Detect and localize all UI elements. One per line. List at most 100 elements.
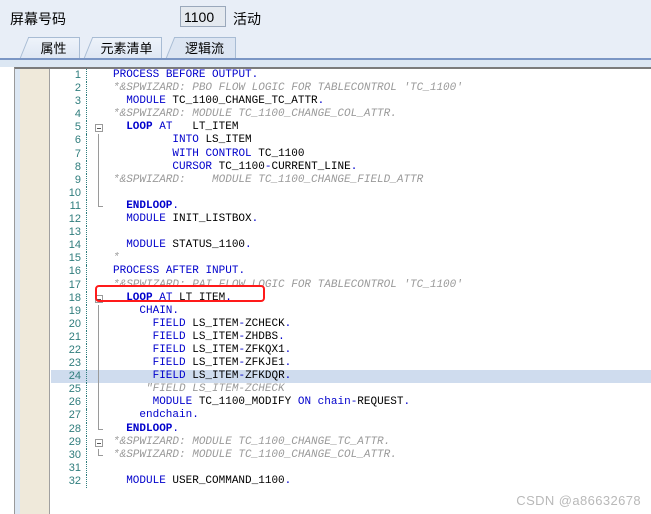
- line-number: 32: [68, 474, 81, 487]
- code-line[interactable]: 5 LOOP AT LT_ITEM: [51, 121, 651, 135]
- line-number: 31: [68, 461, 81, 474]
- header-bar: 屏幕号码 活动: [0, 0, 651, 36]
- code-line[interactable]: 28 ENDLOOP.: [51, 422, 651, 436]
- tab-properties[interactable]: 属性: [19, 37, 80, 60]
- code-line-text: MODULE TC_1100_MODIFY ON chain-REQUEST.: [152, 396, 411, 409]
- fold-guide-line: [98, 147, 99, 161]
- code-line-text: *&SPWIZARD: MODULE TC_1100_CHANGE_TC_ATT…: [113, 435, 391, 448]
- code-line[interactable]: 3 MODULE TC_1100_CHANGE_TC_ATTR.: [51, 95, 651, 109]
- code-line[interactable]: 4 *&SPWIZARD: MODULE TC_1100_CHANGE_COL_A…: [51, 108, 651, 122]
- fold-guide-line: [98, 357, 99, 371]
- code-line[interactable]: 19 CHAIN.: [51, 304, 651, 318]
- fold-column: [91, 396, 113, 410]
- code-line[interactable]: 11 ENDLOOP.: [51, 199, 651, 214]
- fold-column: [91, 317, 113, 331]
- code-editor-area[interactable]: 1 PROCESS BEFORE OUTPUT. 2 *&SPWIZARD: PBO …: [51, 69, 651, 514]
- line-number: 5: [74, 121, 81, 134]
- fold-guide-line: [98, 186, 99, 200]
- line-number: 14: [68, 239, 81, 252]
- tab-properties-label: 属性: [40, 41, 67, 56]
- code-line[interactable]: 21 FIELD LS_ITEM-ZHDBS.: [51, 330, 651, 344]
- code-line[interactable]: 7 WITH CONTROL TC_1100: [51, 147, 651, 161]
- code-line-text: endchain.: [139, 409, 199, 422]
- code-line[interactable]: 16 PROCESS AFTER INPUT.: [51, 265, 651, 279]
- fold-column: [91, 147, 113, 161]
- fold-guide-line: [98, 304, 99, 318]
- fold-column: [91, 199, 113, 213]
- code-line[interactable]: 2 *&SPWIZARD: PBO FLOW LOGIC FOR TABLECON…: [51, 82, 651, 96]
- code-line[interactable]: 20 FIELD LS_ITEM-ZCHECK.: [51, 317, 651, 331]
- gutter-dotted-rule: [86, 396, 88, 410]
- gutter-dotted-rule: [86, 291, 88, 305]
- line-number: 9: [74, 173, 81, 186]
- line-number: 25: [68, 383, 81, 396]
- code-line[interactable]: 22 FIELD LS_ITEM-ZFKQX1.: [51, 343, 651, 358]
- code-line[interactable]: 29 *&SPWIZARD: MODULE TC_1100_CHANGE_TC_A…: [51, 435, 651, 449]
- code-line[interactable]: 27 endchain.: [51, 409, 651, 423]
- line-number: 2: [74, 82, 81, 95]
- line-number: 29: [68, 435, 81, 448]
- code-line-text: *&SPWIZARD: MODULE TC_1100_CHANGE_FIELD_…: [113, 173, 424, 186]
- code-line[interactable]: 1 PROCESS BEFORE OUTPUT.: [51, 69, 651, 83]
- fold-collapse-icon[interactable]: [95, 438, 103, 447]
- gutter-dotted-rule: [86, 357, 88, 371]
- code-line[interactable]: 8 CURSOR TC_1100-CURRENT_LINE.: [51, 160, 651, 174]
- gutter-dotted-rule: [86, 435, 88, 449]
- gutter-dotted-rule: [86, 304, 88, 318]
- line-number: 24: [68, 370, 81, 383]
- code-line[interactable]: 9 *&SPWIZARD: MODULE TC_1100_CHANGE_FIELD…: [51, 173, 651, 187]
- code-line[interactable]: 25 "FIELD LS_ITEM-ZCHECK: [51, 383, 651, 397]
- line-number: 1: [74, 69, 81, 81]
- gutter-dotted-rule: [86, 82, 88, 96]
- gutter-dotted-rule: [86, 252, 88, 266]
- code-line[interactable]: 10: [51, 186, 651, 200]
- code-line[interactable]: 13: [51, 226, 651, 240]
- code-line[interactable]: 6 INTO LS_ITEM: [51, 134, 651, 148]
- code-line-text: CHAIN.: [139, 304, 180, 317]
- code-line[interactable]: 24 FIELD LS_ITEM-ZFKDQR.: [51, 370, 651, 384]
- fold-column: [91, 173, 113, 187]
- gutter-dotted-rule: [86, 461, 88, 475]
- screen-number-label: 屏幕号码: [10, 11, 66, 27]
- code-line-text: WITH CONTROL TC_1100: [172, 147, 305, 160]
- line-number: 26: [68, 396, 81, 409]
- code-line[interactable]: 23 FIELD LS_ITEM-ZFKJE1.: [51, 357, 651, 371]
- code-line[interactable]: 14 MODULE STATUS_1100.: [51, 239, 651, 253]
- line-number: 4: [74, 108, 81, 121]
- tab-element-list-label: 元素清单: [100, 41, 153, 56]
- code-line[interactable]: 12 MODULE INIT_LISTBOX.: [51, 213, 651, 227]
- code-line-text: FIELD LS_ITEM-ZFKQX1.: [152, 343, 292, 356]
- gutter-dotted-rule: [86, 121, 88, 135]
- code-line-text: LOOP AT LT_ITEM: [126, 121, 239, 134]
- code-line-text: FIELD LS_ITEM-ZFKJE1.: [152, 357, 292, 370]
- gutter-dotted-rule: [86, 448, 88, 462]
- code-line[interactable]: 31: [51, 461, 651, 475]
- line-number: 16: [68, 265, 81, 278]
- fold-column: [91, 330, 113, 344]
- fold-guide-line: [98, 330, 99, 344]
- fold-collapse-icon[interactable]: [95, 294, 103, 303]
- gutter-dotted-rule: [86, 343, 88, 358]
- code-line[interactable]: 30 *&SPWIZARD: MODULE TC_1100_CHANGE_COL_…: [51, 448, 651, 462]
- code-line[interactable]: 26 MODULE TC_1100_MODIFY ON chain-REQUES…: [51, 396, 651, 410]
- code-line-text: MODULE USER_COMMAND_1100.: [126, 474, 292, 487]
- code-line[interactable]: 15 *: [51, 252, 651, 266]
- fold-guide-line: [98, 317, 99, 331]
- fold-collapse-icon[interactable]: [95, 124, 103, 133]
- tab-flow-logic-label: 逻辑流: [184, 41, 224, 56]
- tab-flow-logic[interactable]: 逻辑流: [165, 37, 236, 62]
- code-line[interactable]: 17 *&SPWIZARD: PAI FLOW LOGIC FOR TABLECO…: [51, 278, 651, 292]
- flow-logic-code-panel[interactable]: 1 PROCESS BEFORE OUTPUT. 2 *&SPWIZARD: PBO …: [14, 67, 651, 514]
- screen-number-input[interactable]: [180, 6, 226, 27]
- code-line-text: MODULE STATUS_1100.: [126, 239, 252, 252]
- fold-column: [91, 448, 113, 462]
- code-line[interactable]: 32 MODULE USER_COMMAND_1100.: [51, 474, 651, 488]
- code-line-text: FIELD LS_ITEM-ZCHECK.: [152, 317, 292, 330]
- gutter-dotted-rule: [86, 173, 88, 187]
- code-line-text: "FIELD LS_ITEM-ZCHECK: [113, 383, 285, 396]
- gutter-dotted-rule: [86, 199, 88, 214]
- fold-guide-line: [98, 370, 99, 384]
- code-line[interactable]: 18 LOOP AT LT_ITEM.: [51, 291, 651, 305]
- tab-element-list[interactable]: 元素清单: [83, 37, 162, 60]
- line-number: 10: [68, 186, 81, 199]
